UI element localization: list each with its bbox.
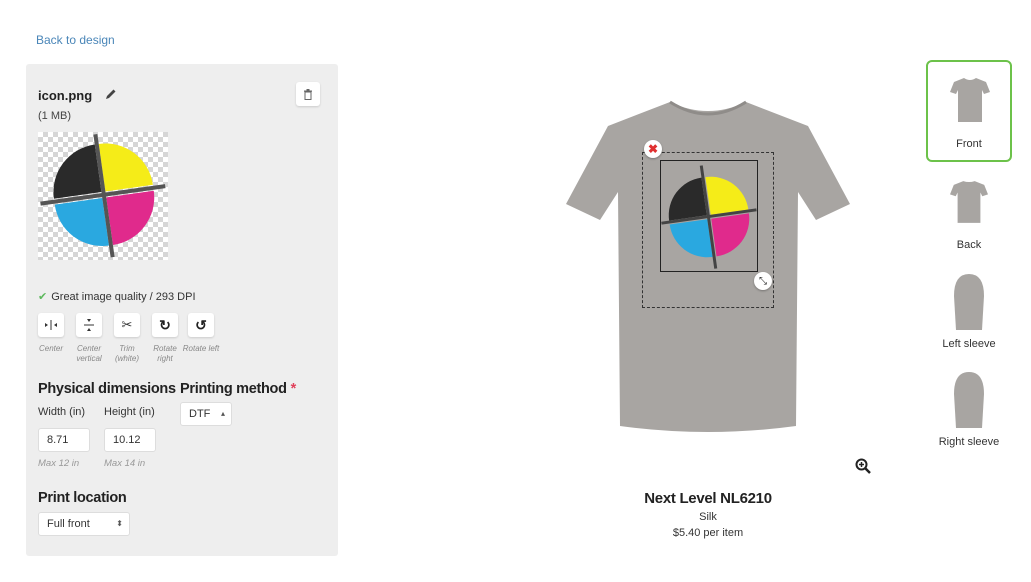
resize-handle[interactable]: ⤡	[754, 272, 772, 290]
rotate-right-button[interactable]: ↻	[152, 313, 178, 337]
rotate-left-icon: ↺	[195, 316, 207, 333]
left-sleeve-icon	[954, 274, 984, 330]
image-preview	[38, 132, 168, 260]
width-input[interactable]: 8.71	[38, 428, 90, 452]
design-settings-panel: icon.png (1 MB) ✔ Great image quality / 2…	[26, 64, 338, 556]
right-sleeve-icon	[954, 372, 984, 428]
required-asterisk: *	[290, 381, 297, 397]
file-size: (1 MB)	[38, 110, 71, 122]
width-label: Width (in)	[38, 406, 86, 418]
tool-label: Rotate left	[182, 344, 220, 353]
height-label: Height (in)	[104, 406, 155, 418]
tool-label: Trim (white)	[114, 344, 139, 363]
print-location-heading: Print location	[38, 490, 127, 506]
tshirt-front-icon	[950, 78, 990, 122]
printing-method-heading: Printing method *	[180, 381, 297, 397]
view-back[interactable]: Back	[926, 176, 1012, 256]
file-name: icon.png	[38, 88, 93, 103]
view-right-sleeve[interactable]: Right sleeve	[926, 368, 1012, 454]
tool-label: Center	[38, 344, 63, 353]
check-icon: ✔	[38, 291, 48, 303]
trim-white-button[interactable]: ✂	[114, 313, 140, 337]
tshirt-back-icon	[950, 181, 988, 223]
print-location-select[interactable]: Full front ⬍	[38, 512, 130, 536]
view-front[interactable]: Front	[926, 60, 1012, 162]
scissors-icon: ✂	[121, 317, 133, 332]
rotate-left-button[interactable]: ↺	[188, 313, 214, 337]
placed-design[interactable]	[660, 160, 758, 272]
remove-design-button[interactable]: ✖	[644, 140, 662, 158]
resize-icon: ⤡	[759, 275, 767, 287]
pencil-icon[interactable]	[104, 87, 118, 101]
center-vertical-button[interactable]	[76, 313, 102, 337]
height-max-hint: Max 14 in	[104, 458, 146, 469]
rotate-right-icon: ↻	[159, 316, 171, 333]
product-color: Silk	[699, 511, 717, 523]
center-button[interactable]	[38, 313, 64, 337]
product-price: $5.40 per item	[672, 527, 744, 539]
center-vertical-icon	[84, 319, 94, 331]
width-max-hint: Max 12 in	[38, 458, 80, 469]
printing-method-select[interactable]: DTF ▴	[180, 402, 232, 426]
quality-indicator: ✔ Great image quality / 293 DPI	[38, 291, 196, 303]
select-arrows-icon: ⬍	[116, 519, 123, 528]
back-to-design-link[interactable]: Back to design	[36, 33, 115, 47]
height-input[interactable]: 10.12	[104, 428, 156, 452]
view-left-sleeve[interactable]: Left sleeve	[926, 270, 1012, 356]
zoom-in-icon[interactable]	[855, 458, 871, 474]
center-horizontal-icon	[45, 320, 57, 330]
close-icon: ✖	[647, 142, 659, 156]
trash-icon	[304, 88, 312, 100]
select-arrows-icon: ▴	[220, 409, 225, 418]
cmyk-logo-image	[661, 165, 757, 269]
delete-file-button[interactable]	[296, 82, 320, 106]
product-name: Next Level NL6210	[644, 490, 772, 507]
tool-label: Rotate right	[153, 344, 177, 363]
cmyk-logo-image	[40, 134, 166, 258]
physical-dimensions-heading: Physical dimensions	[38, 381, 176, 397]
tool-label: Center vertical	[76, 344, 102, 363]
